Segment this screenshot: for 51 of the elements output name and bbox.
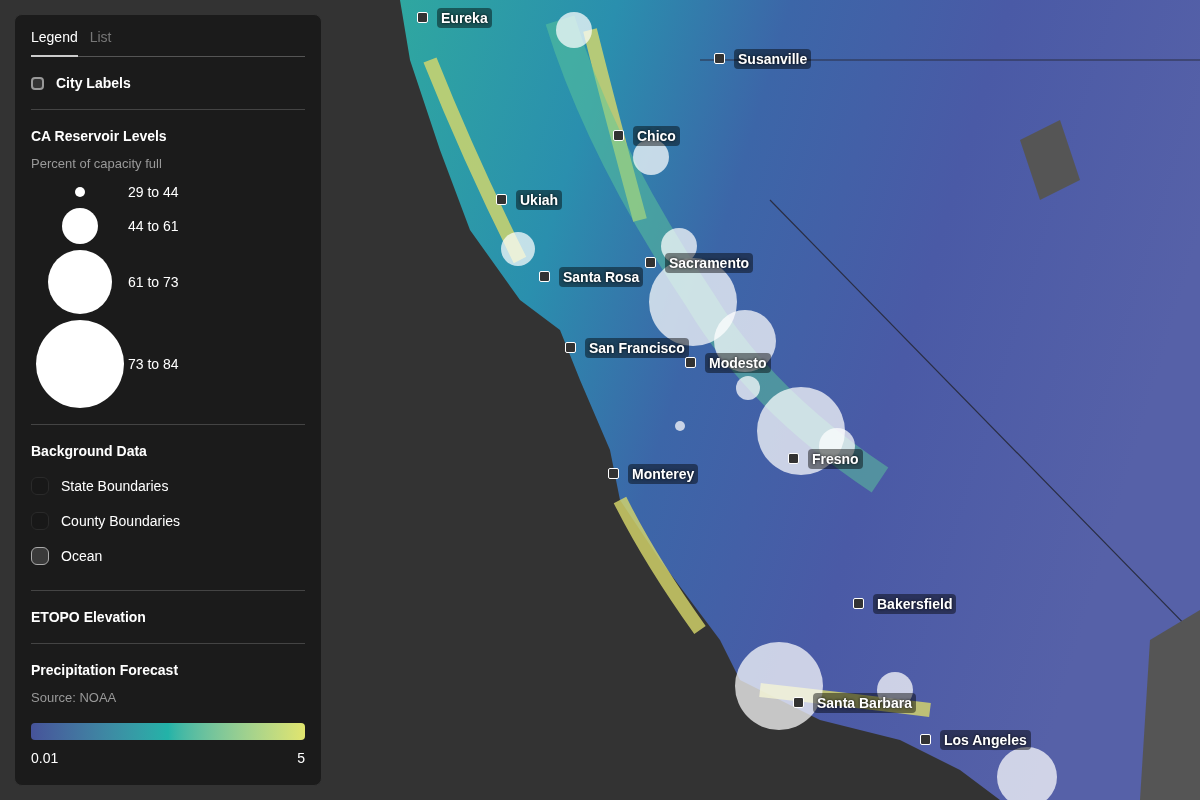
city-marker-icon: [714, 53, 725, 64]
size-label: 61 to 73: [128, 272, 179, 292]
city-marker-icon: [645, 257, 656, 268]
scale-min-label: 0.01: [31, 749, 59, 768]
layer-label: State Boundaries: [61, 477, 169, 496]
city-label: Modesto: [705, 353, 771, 373]
reservoir-marker[interactable]: [997, 747, 1057, 800]
reservoir-marker[interactable]: [556, 12, 592, 48]
city-marker-icon: [853, 598, 864, 609]
city-label: Ukiah: [516, 190, 563, 210]
city-label: Fresno: [808, 449, 863, 469]
layer-label: County Boundaries: [61, 512, 181, 531]
reservoir-marker[interactable]: [675, 421, 685, 431]
tab[interactable]: List: [89, 27, 112, 57]
city-label: Sacramento: [665, 253, 754, 273]
city-label: Chico: [633, 126, 680, 146]
toggle-checkbox[interactable]: [31, 547, 49, 565]
city-marker-icon: [565, 342, 576, 353]
reservoir-marker[interactable]: [501, 232, 535, 266]
checkbox[interactable]: [31, 76, 44, 90]
layer-label: Ocean: [61, 547, 103, 566]
size-label: 29 to 44: [128, 182, 179, 202]
city-marker-icon: [417, 12, 428, 23]
city-marker-icon: [920, 734, 931, 745]
city-label: Monterey: [628, 464, 699, 484]
city-label: Los Angeles: [940, 730, 1031, 750]
section-title: ETOPO Elevation: [31, 607, 147, 627]
source-note: Source: NOAA: [31, 688, 118, 707]
reservoir-marker[interactable]: [736, 376, 760, 400]
section-title: Background Data: [31, 441, 148, 461]
section-subtitle: Percent of capacity full: [31, 155, 163, 173]
city-marker-icon: [613, 130, 624, 141]
section-title: CA Reservoir Levels: [31, 127, 168, 146]
size-label: 44 to 61: [128, 216, 179, 236]
checkbox-label: City Labels: [56, 74, 131, 93]
city-marker-icon: [539, 271, 550, 282]
city-marker-icon: [788, 453, 799, 464]
city-label: Susanville: [734, 49, 812, 69]
city-marker-icon: [685, 357, 696, 368]
scale-max-label: 5: [297, 749, 305, 768]
city-label: Eureka: [437, 8, 492, 28]
city-label: Santa Rosa: [559, 267, 644, 287]
section-title: Precipitation Forecast: [31, 660, 180, 680]
tab[interactable]: Legend: [31, 27, 78, 57]
city-label: San Francisco: [585, 338, 689, 358]
city-label: Bakersfield: [873, 594, 957, 614]
size-label: 73 to 84: [128, 354, 179, 374]
city-marker-icon: [496, 194, 507, 205]
city-marker-icon: [793, 697, 804, 708]
city-label: Santa Barbara: [813, 693, 916, 713]
city-marker-icon: [608, 468, 619, 479]
